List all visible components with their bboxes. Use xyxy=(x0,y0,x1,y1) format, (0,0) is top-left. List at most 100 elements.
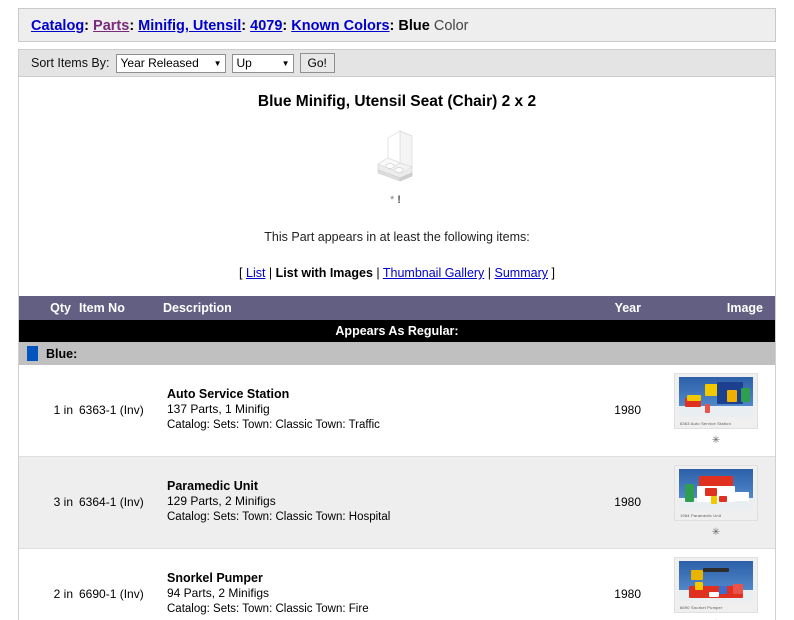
breadcrumb-current-suffix: Color xyxy=(433,18,469,34)
inventory-link[interactable]: Inv xyxy=(124,495,140,509)
sort-direction-select[interactable]: Up ▼ xyxy=(231,53,294,73)
color-swatch-blue xyxy=(27,346,38,361)
thumbnail-detail xyxy=(685,484,694,502)
inventory-link[interactable]: Inv xyxy=(124,403,140,417)
category-link-hospital[interactable]: Hospital xyxy=(349,511,391,523)
category-breadcrumb: Catalog: Sets: Town: Classic Town: Traff… xyxy=(167,417,546,433)
table-row: 1 in 6363-1 (Inv) Auto Service Station 137 … xyxy=(19,365,775,457)
column-header-description: Description xyxy=(163,296,546,320)
cell-item-no: 6364-1 (Inv) xyxy=(79,456,163,549)
cell-item-no: 6690-1 (Inv) xyxy=(79,548,163,620)
exclamation-icon: ! xyxy=(397,194,404,206)
category-link-traffic[interactable]: Traffic xyxy=(349,419,380,431)
thumbnail-detail xyxy=(691,570,703,580)
section-bar-label: Appears As Regular: xyxy=(19,320,775,342)
item-number-link[interactable]: 6690-1 xyxy=(79,587,116,601)
cell-item-no: 6363-1 (Inv) xyxy=(79,365,163,457)
category-breadcrumb: Catalog: Sets: Town: Classic Town: Fire xyxy=(167,601,546,617)
column-header-year: Year xyxy=(546,296,663,320)
chevron-down-icon: ▼ xyxy=(213,58,222,68)
color-group-label: Blue: xyxy=(46,347,78,361)
category-link-town[interactable]: Town xyxy=(242,511,269,523)
breadcrumb-separator: : xyxy=(129,18,139,34)
view-link-list[interactable]: List xyxy=(246,266,265,280)
breadcrumb-separator: : xyxy=(84,18,94,34)
category-link-catalog[interactable]: Catalog xyxy=(167,511,207,523)
view-links-close-bracket: ] xyxy=(548,266,555,280)
item-number-link[interactable]: 6363-1 xyxy=(79,403,116,417)
item-number-link[interactable]: 6364-1 xyxy=(79,495,116,509)
set-parts-meta: 94 Parts, 2 Minifigs xyxy=(167,585,270,600)
view-link-thumbnail-gallery[interactable]: Thumbnail Gallery xyxy=(383,266,484,280)
category-link-classic-town[interactable]: Classic Town xyxy=(275,603,342,615)
sort-field-select[interactable]: Year Released ▼ xyxy=(115,53,226,73)
thumbnail-detail xyxy=(731,492,749,501)
category-link-classic-town[interactable]: Classic Town xyxy=(275,511,342,523)
part-image-chair xyxy=(377,130,413,182)
table-header-row: Qty Item No Description Year Image xyxy=(19,296,775,320)
breadcrumb-link-4079[interactable]: 4079 xyxy=(250,18,282,34)
cell-qty: 2 in xyxy=(19,548,79,620)
inventory-link[interactable]: Inv xyxy=(124,587,140,601)
breadcrumb-link-catalog[interactable]: Catalog xyxy=(31,18,84,34)
cell-description: Auto Service Station 137 Parts, 1 Minifig… xyxy=(163,365,546,457)
breadcrumb-link-minifig-utensil[interactable]: Minifig, Utensil xyxy=(138,18,241,34)
category-link-sets[interactable]: Sets xyxy=(213,603,236,615)
category-link-fire[interactable]: Fire xyxy=(349,603,369,615)
set-thumbnail[interactable]: 6690 Snorkel Pumper xyxy=(674,557,758,613)
thumbnail-detail xyxy=(703,568,729,572)
thumbnail-detail xyxy=(719,586,727,594)
category-link-sets[interactable]: Sets xyxy=(213,419,236,431)
breadcrumb-separator: : xyxy=(241,18,251,34)
category-breadcrumb: Catalog: Sets: Town: Classic Town: Hospi… xyxy=(167,509,546,525)
page-title: Blue Minifig, Utensil Seat (Chair) 2 x 2 xyxy=(257,93,537,110)
sort-field-value: Year Released xyxy=(120,55,199,70)
thumbnail-detail xyxy=(705,404,710,413)
breadcrumb-link-known-colors[interactable]: Known Colors xyxy=(291,18,389,34)
thumbnail-detail xyxy=(695,582,703,590)
go-button[interactable]: Go! xyxy=(299,53,335,73)
sort-label: Sort Items By: xyxy=(31,56,110,70)
view-links-separator: | xyxy=(372,266,383,280)
category-link-catalog[interactable]: Catalog xyxy=(167,419,207,431)
cell-qty: 1 in xyxy=(19,365,79,457)
view-links-separator: | xyxy=(265,266,276,280)
column-header-item-no: Item No xyxy=(79,296,163,320)
cell-description: Snorkel Pumper 94 Parts, 2 Minifigs Catalo… xyxy=(163,548,546,620)
set-name: Auto Service Station xyxy=(167,386,290,401)
section-bar-regular: Appears As Regular: xyxy=(19,320,775,342)
thumbnail-detail xyxy=(727,390,737,402)
category-link-town[interactable]: Town xyxy=(242,419,269,431)
thumbnail-caption: 6690 Snorkel Pumper xyxy=(680,605,723,610)
cell-year: 1980 xyxy=(546,456,663,549)
view-link-summary[interactable]: Summary xyxy=(495,266,548,280)
breadcrumb-link-parts[interactable]: Parts xyxy=(93,18,129,34)
cell-description: Paramedic Unit 129 Parts, 2 Minifigs Catal… xyxy=(163,456,546,549)
table-row: 2 in 6690-1 (Inv) Snorkel Pumper 94 Parts, … xyxy=(19,548,775,620)
sort-direction-value: Up xyxy=(236,55,252,70)
category-link-catalog[interactable]: Catalog xyxy=(167,603,207,615)
category-link-town[interactable]: Town xyxy=(242,603,269,615)
thumbnail-detail xyxy=(741,388,750,402)
thumbnail-caption: 1984 Paramedic Unit xyxy=(680,513,722,518)
set-thumbnail[interactable]: 1984 Paramedic Unit xyxy=(674,465,758,521)
catalog-page: Catalog: Parts: Minifig, Utensil: 4079: … xyxy=(0,0,794,620)
cell-year: 1980 xyxy=(546,548,663,620)
part-image-flags: *! xyxy=(19,194,775,208)
thumbnail-detail xyxy=(699,476,733,486)
view-links-separator: | xyxy=(484,266,495,280)
breadcrumb-separator: : xyxy=(282,18,292,34)
thumbnail-detail xyxy=(709,592,719,597)
set-thumbnail[interactable]: 6363 Auto Service Station xyxy=(674,373,758,429)
thumbnail-caption: 6363 Auto Service Station xyxy=(680,421,732,426)
thumbnail-detail xyxy=(719,496,727,502)
cell-image: 6690 Snorkel Pumper✳ xyxy=(663,548,775,620)
category-link-classic-town[interactable]: Classic Town xyxy=(275,419,342,431)
thumbnail-detail xyxy=(711,496,717,504)
breadcrumb: Catalog: Parts: Minifig, Utensil: 4079: … xyxy=(18,8,776,42)
paren-close: ) xyxy=(139,586,144,601)
category-link-sets[interactable]: Sets xyxy=(213,511,236,523)
column-header-qty: Qty xyxy=(19,296,79,320)
part-image-container xyxy=(19,125,775,190)
column-header-image: Image xyxy=(663,296,775,320)
